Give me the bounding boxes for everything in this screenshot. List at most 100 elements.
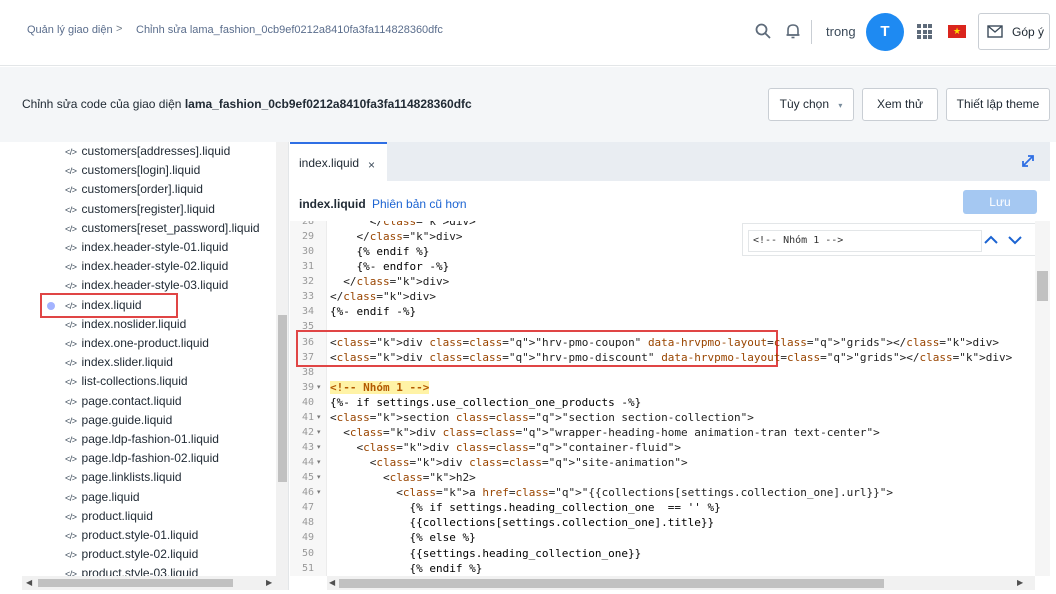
scroll-left-icon[interactable]: ◀ [329,578,335,587]
fold-arrow-icon[interactable]: ▾ [317,485,321,500]
search-icon[interactable] [754,22,772,40]
line-number: 29 [301,231,314,243]
expand-icon[interactable] [1021,154,1035,168]
older-versions-link[interactable]: Phiên bản cũ hơn [372,197,467,211]
file-item[interactable]: </> customers[reset_password].liquid [65,219,260,238]
sidebar-vertical-scrollbar[interactable] [276,142,288,590]
selected-file-highlight [40,293,178,318]
file-name: product.style-01.liquid [81,528,199,542]
code-line[interactable]: </class="k">div> [330,289,436,304]
fold-arrow-icon[interactable]: ▾ [317,410,321,425]
vietnam-flag-icon[interactable]: ★ [948,25,966,38]
file-item[interactable]: </> page.liquid [65,488,140,507]
code-area[interactable]: 28 29 30 31 32 33 34 35 36 37 38 39 ▾ 40 41 ▾ 42 ▾ 43 ▾ 44 ▾ 4… [290,221,1035,576]
code-line[interactable]: <class="k">div class=class="q">"containe… [330,440,681,455]
code-line[interactable]: <class="k">div class=class="q">"hrv-pmo-… [330,350,1012,365]
code-line[interactable]: <class="k">div class=class="q">"wrapper-… [330,425,880,440]
fold-arrow-icon[interactable]: ▾ [317,455,321,470]
editor-header: index.liquid Phiên bản cũ hơn Lưu [290,181,1050,222]
file-name: index.one-product.liquid [81,336,209,350]
file-name: list-collections.liquid [81,374,188,389]
file-name: product.liquid [81,508,153,523]
scroll-right-icon[interactable]: ▶ [1017,578,1023,587]
line-gutter: 28 29 30 31 32 33 34 35 36 37 38 39 ▾ 40 41 ▾ 42 ▾ 43 ▾ 44 ▾ 4… [290,221,327,576]
code-line[interactable]: {%- endif -%} [330,304,416,319]
code-line[interactable]: {% endif %} [330,561,482,576]
file-item[interactable]: </> page.linklists.liquid [65,468,182,487]
code-line[interactable]: {%- if settings.use_collection_one_produ… [330,395,641,410]
sidebar-horizontal-scrollbar[interactable]: ◀ ▶ [22,576,276,590]
editor-tabs: index.liquid × [290,142,1050,181]
options-dropdown[interactable]: Tùy chọn ▾ [768,88,854,121]
code-file-icon: </> [65,185,77,196]
file-item[interactable]: </> index.header-style-02.liquid [65,257,228,276]
scroll-thumb[interactable] [38,579,233,587]
line-number: 39 [301,381,314,393]
user-name[interactable]: trong [826,24,856,39]
apps-grid-icon[interactable] [917,24,932,39]
file-item[interactable]: </> page.ldp-fashion-01.liquid [65,430,219,449]
save-button[interactable]: Lưu [963,190,1037,214]
file-name: page.liquid [81,489,140,504]
avatar[interactable]: T [866,13,904,51]
code-line[interactable]: {{settings.heading_collection_one}} [330,546,641,561]
feedback-label: Góp ý [1012,25,1045,39]
find-input[interactable]: <!-- Nhóm 1 --> [748,230,982,252]
close-icon[interactable]: × [368,158,375,172]
fold-arrow-icon[interactable]: ▾ [317,425,321,440]
find-bar: <!-- Nhóm 1 --> × [742,223,1050,256]
file-name: index.header-style-03.liquid [81,278,229,293]
editor-horizontal-scrollbar[interactable]: ◀ ▶ [327,576,1035,590]
code-line[interactable]: {{collections[settings.collection_one].t… [330,515,714,530]
theme-settings-button[interactable]: Thiết lập theme [946,88,1050,121]
mail-icon [987,25,1003,38]
code-line[interactable]: {% if settings.heading_collection_one ==… [330,500,720,515]
code-line[interactable]: <class="k">a href=class="q">"{{collectio… [330,485,893,500]
code-line[interactable]: <!-- Nhóm 1 --> [330,380,430,395]
file-item[interactable]: </> index.header-style-01.liquid [65,238,228,257]
bell-icon[interactable] [784,22,802,40]
breadcrumb-theme-manager[interactable]: Quản lý giao diện [27,24,113,36]
code-line[interactable]: {%- endfor -%} [330,259,449,274]
file-item[interactable]: </> product.style-02.liquid [65,545,198,564]
editor-vertical-scrollbar[interactable] [1035,221,1050,576]
find-previous-button[interactable] [981,231,1001,251]
line-number: 44 [301,457,314,469]
fold-arrow-icon[interactable]: ▾ [317,380,321,395]
code-line[interactable]: <class="k">div class=class="q">"hrv-pmo-… [330,335,999,350]
file-item[interactable]: </> index.one-product.liquid [65,334,209,353]
file-item[interactable]: </> list-collections.liquid [65,372,188,391]
feedback-button[interactable]: Góp ý [978,13,1050,50]
code-line[interactable]: <class="k">section class=class="q">"sect… [330,410,754,425]
file-item[interactable]: </> index.slider.liquid [65,353,173,372]
scroll-thumb[interactable] [278,315,287,482]
file-item[interactable]: </> page.guide.liquid [65,411,172,430]
file-item[interactable]: </> product.style-01.liquid [65,526,198,545]
tab-index-liquid[interactable]: index.liquid × [290,142,387,181]
file-item[interactable]: </> product.liquid [65,507,153,526]
code-file-icon: </> [65,339,77,349]
scroll-right-icon[interactable]: ▶ [266,578,272,587]
file-item[interactable]: </> customers[order].liquid [65,180,203,199]
scroll-left-icon[interactable]: ◀ [26,578,32,587]
fold-arrow-icon[interactable]: ▾ [317,470,321,485]
scroll-thumb[interactable] [1037,271,1048,301]
fold-arrow-icon[interactable]: ▾ [317,440,321,455]
file-item[interactable]: </> customers[register].liquid [65,200,215,219]
file-item[interactable]: </> customers[login].liquid [65,161,200,180]
file-name: page.ldp-fashion-02.liquid [81,451,219,466]
preview-button[interactable]: Xem thử [862,88,938,121]
find-next-button[interactable] [1005,231,1025,251]
code-line[interactable]: {% endif %} [330,244,429,259]
code-line[interactable]: {% else %} [330,530,475,545]
code-line[interactable]: </class="k">div> [330,274,449,289]
code-line[interactable]: </class="k">div> [330,229,462,244]
code-line[interactable]: </class="k">div> [330,221,476,229]
scroll-thumb[interactable] [339,579,884,588]
file-item[interactable]: </> page.contact.liquid [65,392,182,411]
file-item[interactable]: </> customers[addresses].liquid [65,142,230,161]
code-line[interactable]: <class="k">h2> [330,470,476,485]
line-number: 41 [301,411,314,423]
file-item[interactable]: </> page.ldp-fashion-02.liquid [65,449,219,468]
code-line[interactable]: <class="k">div class=class="q">"site-ani… [330,455,688,470]
